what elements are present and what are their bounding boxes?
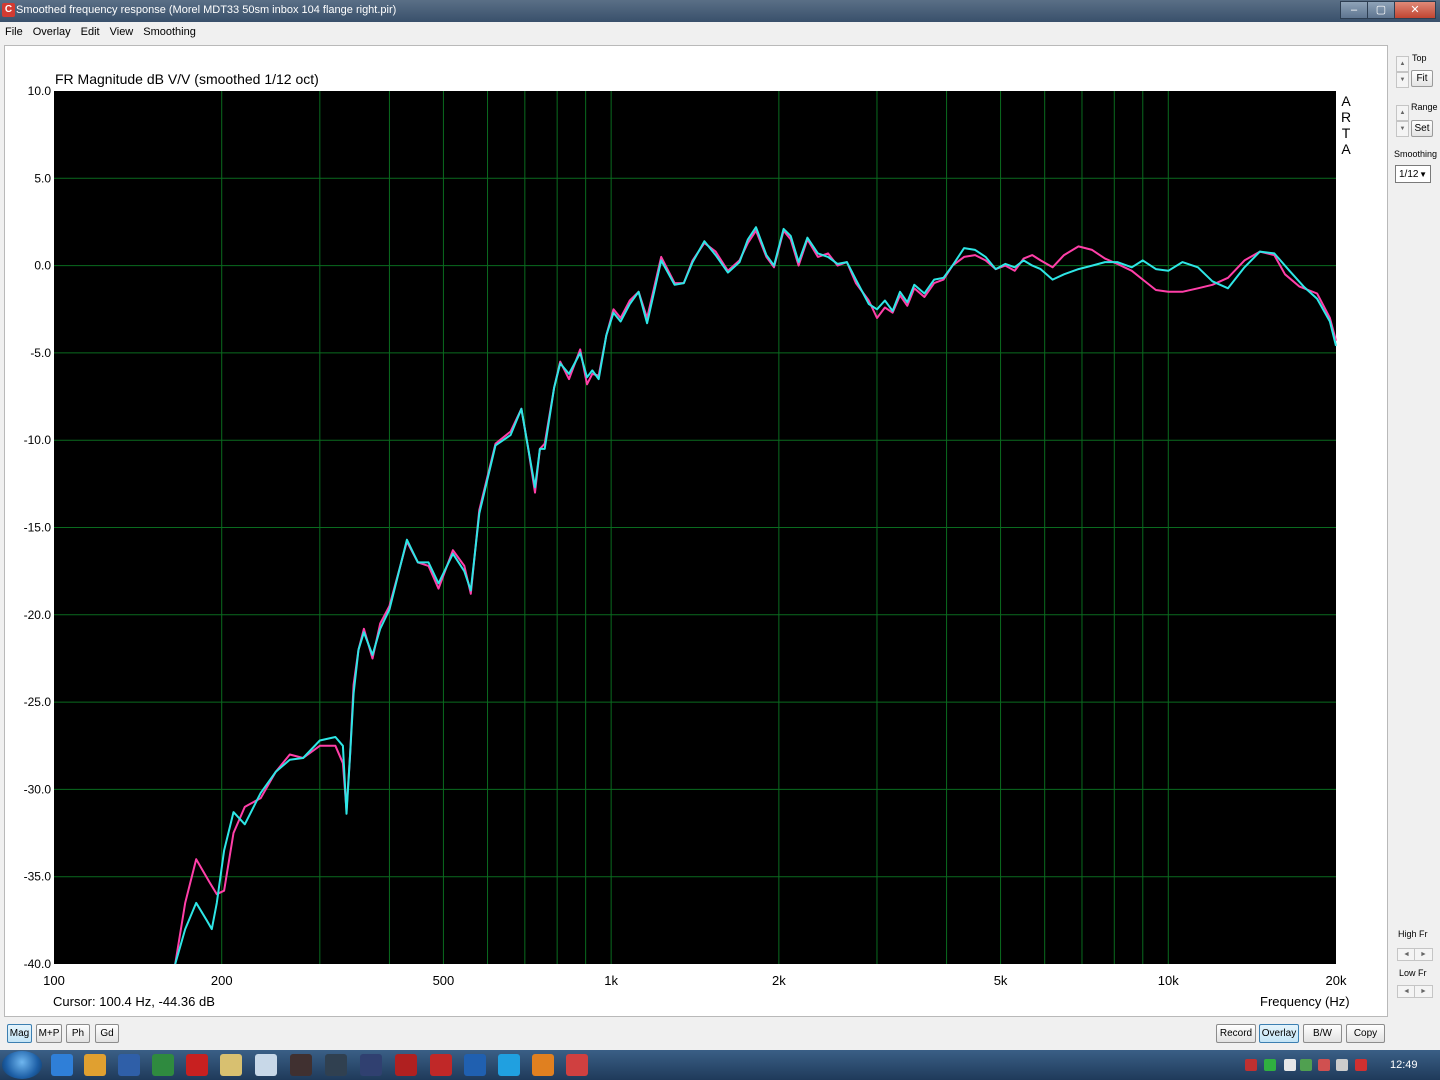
smoothing-select[interactable]: 1/12 ▼ — [1395, 165, 1431, 183]
top-up-arrow-icon[interactable]: ▲ — [1396, 56, 1409, 72]
folder-icon[interactable] — [220, 1054, 242, 1076]
app-icon-books[interactable] — [430, 1054, 452, 1076]
mail-agent-icon[interactable] — [532, 1054, 554, 1076]
bw-button[interactable]: B/W — [1303, 1024, 1342, 1043]
range-down-arrow-icon[interactable]: ▼ — [1396, 121, 1409, 137]
top-down-arrow-icon[interactable]: ▼ — [1396, 72, 1409, 88]
arta-letter: R — [1340, 109, 1352, 125]
tray-network-icon[interactable] — [1300, 1059, 1312, 1071]
gd-button[interactable]: Gd — [95, 1024, 119, 1043]
smoothing-label: Smoothing — [1394, 149, 1438, 159]
app-icon-ee[interactable] — [360, 1054, 382, 1076]
record-button[interactable]: Record — [1216, 1024, 1256, 1043]
start-button-icon[interactable] — [2, 1051, 42, 1079]
frequency-response-chart[interactable]: 10.0 5.0 0.0 -5.0 -10.0 -15.0 -20.0 -25.0 -30.0 -… — [0, 0, 1440, 1020]
overlay-button[interactable]: Overlay — [1259, 1024, 1299, 1043]
skype-icon[interactable] — [498, 1054, 520, 1076]
side-panel — [1388, 45, 1440, 1015]
x-tick-label: 500 — [433, 973, 455, 988]
x-tick-label: 10k — [1158, 973, 1179, 988]
x-tick-label: 200 — [211, 973, 233, 988]
tray-app-icon[interactable] — [1264, 1059, 1276, 1071]
y-tick-label: 0.0 — [34, 259, 51, 273]
tray-document-icon[interactable] — [1284, 1059, 1296, 1071]
low-fr-label: Low Fr — [1399, 968, 1427, 978]
volume-icon[interactable] — [1355, 1059, 1367, 1071]
arta-watermark: A R T A — [1340, 93, 1352, 157]
x-tick-label: 1k — [604, 973, 618, 988]
top-label: Top — [1412, 53, 1427, 63]
y-tick-label: -20.0 — [24, 608, 52, 622]
y-tick-label: -40.0 — [24, 957, 52, 971]
x-tick-label: 20k — [1326, 973, 1347, 988]
app-icon-tool[interactable] — [325, 1054, 347, 1076]
x-tick-label: 5k — [994, 973, 1008, 988]
y-tick-label: -35.0 — [24, 870, 52, 884]
arta-letter: T — [1341, 125, 1351, 141]
app-icon-red[interactable] — [395, 1054, 417, 1076]
chevron-down-icon: ▼ — [1419, 170, 1427, 179]
y-tick-label: -15.0 — [24, 521, 52, 535]
arta-letter: A — [1341, 93, 1351, 109]
language-flag-icon[interactable] — [1245, 1059, 1257, 1071]
set-button[interactable]: Set — [1411, 120, 1433, 137]
ie-icon[interactable] — [51, 1054, 73, 1076]
y-tick-label: 10.0 — [28, 84, 52, 98]
x-axis-label: Frequency (Hz) — [1260, 994, 1350, 1009]
y-tick-label: -10.0 — [24, 433, 52, 447]
x-tick-label: 2k — [772, 973, 786, 988]
range-up-arrow-icon[interactable]: ▲ — [1396, 105, 1409, 121]
ph-button[interactable]: Ph — [66, 1024, 90, 1043]
document-icon[interactable] — [255, 1054, 277, 1076]
y-tick-label: 5.0 — [34, 171, 51, 185]
low-fr-right-arrow-icon[interactable]: ► — [1414, 985, 1433, 998]
fit-button[interactable]: Fit — [1411, 70, 1433, 87]
mp-button[interactable]: M+P — [36, 1024, 62, 1043]
high-fr-label: High Fr — [1398, 929, 1428, 939]
high-fr-right-arrow-icon[interactable]: ► — [1414, 948, 1433, 961]
app-icon-board[interactable] — [290, 1054, 312, 1076]
photoshop-icon[interactable] — [464, 1054, 486, 1076]
clock: 12:49 — [1390, 1059, 1418, 1071]
range-label: Range — [1411, 102, 1438, 112]
explorer-icon[interactable] — [84, 1054, 106, 1076]
opera-icon[interactable] — [186, 1054, 208, 1076]
y-tick-label: -25.0 — [24, 695, 52, 709]
word-icon[interactable] — [118, 1054, 140, 1076]
cursor-readout: Cursor: 100.4 Hz, -44.36 dB — [53, 994, 215, 1009]
tray-flag-icon[interactable] — [1318, 1059, 1330, 1071]
smoothing-value: 1/12 — [1399, 169, 1419, 180]
excel-icon[interactable] — [152, 1054, 174, 1076]
tray-monitor-icon[interactable] — [1336, 1059, 1348, 1071]
taskbar — [0, 1050, 1440, 1080]
mag-button[interactable]: Mag — [7, 1024, 32, 1043]
y-tick-label: -5.0 — [30, 346, 51, 360]
arta-letter: A — [1341, 141, 1351, 157]
arta-taskbar-icon[interactable] — [566, 1054, 588, 1076]
x-tick-label: 100 — [43, 973, 65, 988]
copy-button[interactable]: Copy — [1346, 1024, 1385, 1043]
y-tick-label: -30.0 — [24, 782, 52, 796]
